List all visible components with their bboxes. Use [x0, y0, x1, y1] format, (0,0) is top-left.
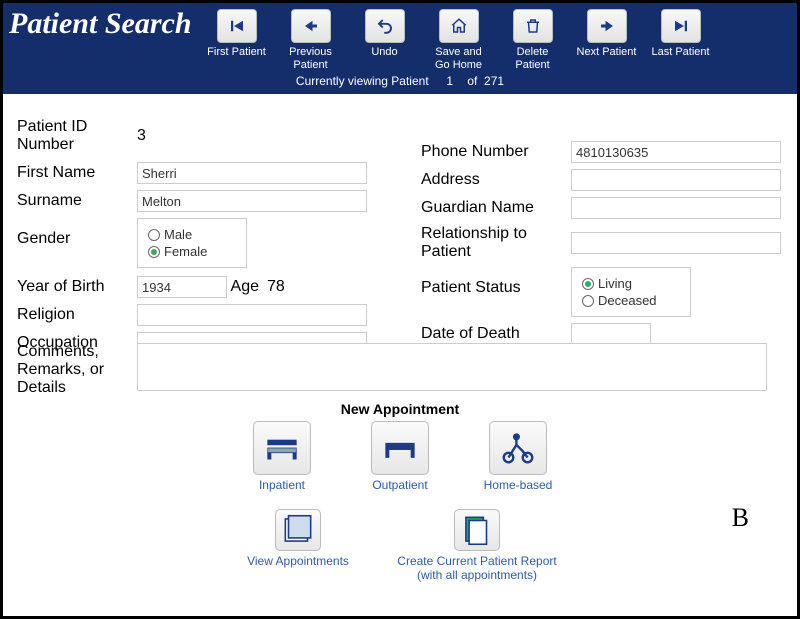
status-of: of [467, 74, 477, 88]
first-icon [217, 9, 257, 43]
delete-patient-button[interactable]: Delete Patient [502, 9, 564, 72]
phone-label: Phone Number [421, 143, 571, 161]
phone-input[interactable] [571, 141, 781, 163]
last-icon [661, 9, 701, 43]
previous-patient-button[interactable]: Previous Patient [280, 9, 342, 72]
patient-id-label: Patient ID Number [17, 118, 137, 154]
status-group: Living Deceased [571, 267, 691, 317]
religion-input[interactable] [137, 304, 367, 326]
save-home-button[interactable]: Save and Go Home [428, 9, 490, 72]
status-deceased-radio[interactable]: Deceased [582, 293, 680, 308]
undo-icon [365, 9, 405, 43]
view-appointments-button[interactable]: View Appointments [243, 509, 353, 583]
radio-icon [582, 278, 594, 290]
yob-input[interactable] [137, 276, 227, 298]
guardian-label: Guardian Name [421, 199, 571, 217]
next-patient-button[interactable]: Next Patient [576, 9, 638, 72]
next-icon [587, 9, 627, 43]
toolbar: First Patient Previous Patient Undo Save… [206, 9, 712, 72]
surname-label: Surname [17, 192, 137, 210]
patient-id-value: 3 [137, 127, 157, 145]
figure-label: B [732, 503, 749, 533]
first-name-label: First Name [17, 164, 137, 182]
status-prefix: Currently viewing Patient [296, 74, 429, 88]
radio-icon [582, 295, 594, 307]
prev-icon [291, 9, 331, 43]
bed-icon [253, 421, 311, 475]
status-index: 1 [439, 74, 461, 88]
relationship-label: Relationship to Patient [421, 225, 571, 261]
dod-label: Date of Death [421, 325, 571, 343]
page-title: Patient Search [9, 7, 192, 41]
address-input[interactable] [571, 169, 781, 191]
surname-input[interactable] [137, 190, 367, 212]
gender-female-radio[interactable]: Female [148, 244, 236, 259]
report-icon [454, 509, 500, 551]
header-bar: Patient Search First Patient Previous Pa… [3, 3, 797, 72]
homebased-button[interactable]: Home-based [473, 421, 563, 493]
calendar-icon [275, 509, 321, 551]
outpatient-button[interactable]: Outpatient [355, 421, 445, 493]
gender-label: Gender [17, 218, 137, 248]
status-total: 271 [484, 74, 504, 88]
address-label: Address [421, 171, 571, 189]
comments-label: Comments, Remarks, or Details [17, 343, 137, 397]
comments-input[interactable] [137, 343, 767, 391]
relationship-input[interactable] [571, 232, 781, 254]
patient-status-label: Patient Status [421, 267, 571, 297]
gender-group: Male Female [137, 218, 247, 268]
status-bar: Currently viewing Patient 1 of 271 [3, 72, 797, 94]
bed-out-icon [371, 421, 429, 475]
radio-icon [148, 246, 160, 258]
undo-button[interactable]: Undo [354, 9, 416, 72]
gender-male-radio[interactable]: Male [148, 227, 236, 242]
status-living-radio[interactable]: Living [582, 276, 680, 291]
last-patient-button[interactable]: Last Patient [650, 9, 712, 72]
age-label: Age [227, 278, 267, 296]
guardian-input[interactable] [571, 197, 781, 219]
radio-icon [148, 229, 160, 241]
yob-label: Year of Birth [17, 278, 137, 296]
first-name-input[interactable] [137, 162, 367, 184]
first-patient-button[interactable]: First Patient [206, 9, 268, 72]
motorcycle-icon [489, 421, 547, 475]
create-report-button[interactable]: Create Current Patient Report (with all … [397, 509, 557, 583]
delete-icon [513, 9, 553, 43]
religion-label: Religion [17, 306, 137, 324]
age-value: 78 [267, 278, 285, 296]
new-appointment-title: New Appointment [3, 401, 797, 417]
home-icon [439, 9, 479, 43]
dod-input[interactable] [571, 323, 651, 345]
inpatient-button[interactable]: Inpatient [237, 421, 327, 493]
